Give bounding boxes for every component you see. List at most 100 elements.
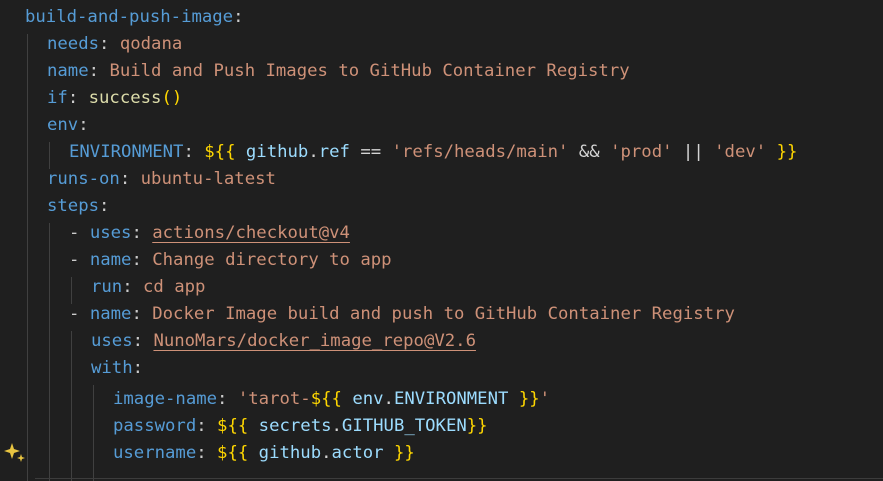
yaml-value: ubuntu-latest bbox=[140, 169, 276, 189]
expr-dot: . bbox=[331, 416, 342, 436]
expr-dollar: $ bbox=[217, 443, 228, 463]
indent-guide bbox=[71, 277, 72, 304]
yaml-value: Change directory to app bbox=[152, 250, 392, 270]
yaml-key: image-name bbox=[113, 389, 218, 409]
code-line: name: Build and Push Images to GitHub Co… bbox=[47, 58, 630, 85]
expr-string: 'prod' bbox=[610, 142, 673, 162]
colon: : bbox=[119, 169, 131, 189]
expr-string: 'dev' bbox=[714, 142, 767, 162]
editor-bottom-divider bbox=[35, 478, 883, 479]
code-line: runs-on: ubuntu-latest bbox=[47, 166, 276, 193]
function-call: success bbox=[88, 88, 162, 108]
yaml-key: runs-on bbox=[47, 169, 120, 189]
expr-prop: GITHUB_TOKEN bbox=[341, 416, 467, 436]
list-dash: - bbox=[69, 304, 80, 324]
code-line: with: bbox=[91, 355, 143, 382]
code-line: ENVIRONMENT: ${{ github.ref == 'refs/hea… bbox=[69, 139, 797, 166]
colon: : bbox=[233, 7, 244, 27]
yaml-key: build-and-push-image bbox=[25, 7, 234, 27]
colon: : bbox=[99, 34, 110, 54]
expr-dot: . bbox=[308, 142, 319, 162]
expr-operator: && bbox=[578, 142, 600, 162]
colon: : bbox=[78, 115, 89, 135]
expr-prop: actor bbox=[331, 443, 384, 463]
yaml-value: qodana bbox=[119, 34, 183, 54]
indent-guide bbox=[49, 223, 50, 481]
indent-guide bbox=[49, 142, 50, 169]
yaml-value: Docker Image build and push to GitHub Co… bbox=[152, 304, 735, 324]
expr-close: }} bbox=[518, 389, 540, 409]
expr-close: }} bbox=[776, 142, 798, 162]
yaml-key: needs bbox=[47, 34, 100, 54]
colon: : bbox=[131, 223, 142, 243]
expr-operator: || bbox=[682, 142, 704, 162]
expr-prop: ENVIRONMENT bbox=[393, 389, 509, 409]
list-dash: - bbox=[69, 223, 80, 243]
colon: : bbox=[132, 331, 144, 351]
sparkle-icon[interactable] bbox=[3, 441, 27, 465]
expr-dot: . bbox=[383, 389, 394, 409]
code-line: steps: bbox=[47, 193, 109, 220]
colon: : bbox=[88, 61, 100, 81]
yaml-key: username bbox=[113, 443, 197, 463]
colon: : bbox=[99, 196, 110, 216]
yaml-value: Build and Push Images to GitHub Containe… bbox=[109, 61, 630, 81]
yaml-key: uses bbox=[91, 331, 133, 351]
yaml-key: if bbox=[47, 88, 68, 108]
yaml-key: run bbox=[91, 277, 123, 297]
colon: : bbox=[132, 358, 144, 378]
expr-open: {{ bbox=[214, 142, 236, 162]
expr-var: env bbox=[352, 389, 384, 409]
expr-close: }} bbox=[466, 416, 488, 436]
expr-string: 'tarot- bbox=[237, 389, 311, 409]
indent-guide bbox=[71, 331, 72, 481]
code-line: uses: NunoMars/docker_image_repo@V2.6 bbox=[91, 328, 476, 355]
expr-dollar: $ bbox=[204, 142, 215, 162]
expr-string: ' bbox=[539, 389, 551, 409]
expr-operator: == bbox=[360, 142, 382, 162]
expr-string: 'refs/heads/main' bbox=[391, 142, 569, 162]
indent-guide bbox=[93, 385, 94, 481]
colon: : bbox=[131, 250, 142, 270]
expr-close: }} bbox=[393, 443, 415, 463]
colon: : bbox=[196, 416, 207, 436]
code-line: - uses: actions/checkout@v4 bbox=[69, 220, 350, 247]
yaml-key: steps bbox=[47, 196, 100, 216]
colon: : bbox=[131, 304, 142, 324]
expr-dollar: $ bbox=[217, 416, 228, 436]
yaml-key: with bbox=[91, 358, 133, 378]
colon: : bbox=[67, 88, 79, 108]
expr-var: github bbox=[245, 142, 309, 162]
expr-var: github bbox=[258, 443, 322, 463]
yaml-key: name bbox=[89, 304, 132, 324]
colon: : bbox=[217, 389, 228, 409]
code-line: - name: Docker Image build and push to G… bbox=[69, 301, 735, 328]
yaml-key: ENVIRONMENT bbox=[69, 142, 184, 162]
yaml-key: name bbox=[89, 250, 132, 270]
indent-guide bbox=[27, 34, 28, 481]
list-dash: - bbox=[69, 250, 80, 270]
yaml-key: uses bbox=[89, 223, 132, 243]
code-line: image-name: 'tarot-${{ env.ENVIRONMENT }… bbox=[113, 386, 550, 413]
expr-open: {{ bbox=[227, 443, 249, 463]
yaml-key: password bbox=[113, 416, 197, 436]
yaml-key: env bbox=[47, 115, 79, 135]
action-link[interactable]: actions/checkout@v4 bbox=[152, 223, 350, 243]
code-line: env: bbox=[47, 112, 89, 139]
action-link[interactable]: NunoMars/docker_image_repo@V2.6 bbox=[153, 331, 476, 351]
expr-dollar: $ bbox=[310, 389, 322, 409]
colon: : bbox=[196, 443, 207, 463]
code-line: password: ${{ secrets.GITHUB_TOKEN}} bbox=[113, 413, 488, 440]
colon: : bbox=[122, 277, 133, 297]
expr-dot: . bbox=[321, 443, 332, 463]
code-line: if: success() bbox=[47, 85, 182, 112]
code-line: build-and-push-image: bbox=[25, 4, 244, 31]
expr-open: {{ bbox=[227, 416, 249, 436]
code-line: - name: Change directory to app bbox=[69, 247, 392, 274]
expr-var: secrets bbox=[258, 416, 332, 436]
code-line: needs: qodana bbox=[47, 31, 182, 58]
yaml-value: cd app bbox=[143, 277, 206, 297]
code-line: run: cd app bbox=[91, 274, 205, 301]
expr-open: {{ bbox=[321, 389, 342, 409]
code-editor[interactable]: build-and-push-image: needs: qodana name… bbox=[0, 0, 883, 481]
